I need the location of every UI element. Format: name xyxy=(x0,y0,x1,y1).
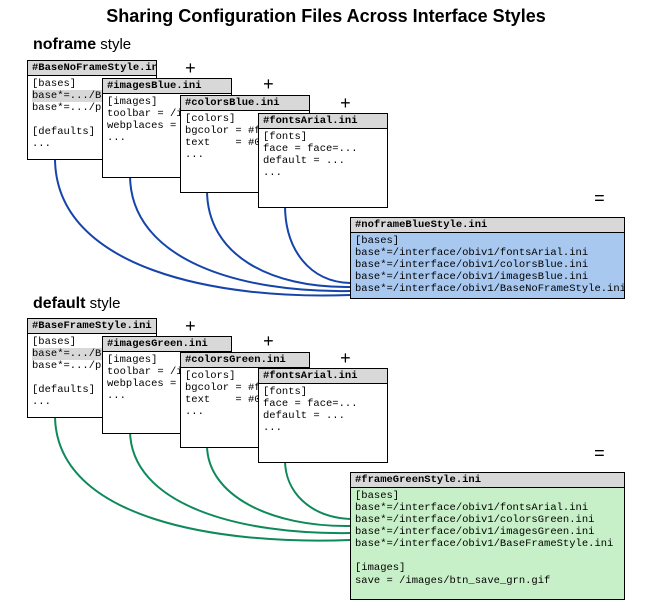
file-body: [fonts] face = face=... default = ... ..… xyxy=(259,384,387,437)
plus-op: + xyxy=(340,350,351,370)
file-header: #imagesBlue.ini xyxy=(103,79,231,94)
file-header: #colorsBlue.ini xyxy=(181,96,309,111)
file-body: [fonts] face = face=... default = ... ..… xyxy=(259,129,387,182)
plus-op: + xyxy=(263,76,274,96)
section-label-default: default style xyxy=(33,295,120,313)
file-result-default: #frameGreenStyle.ini [bases] base*=/inte… xyxy=(350,472,625,600)
plus-op: + xyxy=(185,60,196,80)
diagram-title: Sharing Configuration Files Across Inter… xyxy=(0,6,652,27)
file-header: #frameGreenStyle.ini xyxy=(351,473,624,488)
plus-op: + xyxy=(185,318,196,338)
file-header: #BaseNoFrameStyle.ini xyxy=(28,61,156,76)
file-body: [bases] base*=/interface/obiv1/fontsAria… xyxy=(351,233,624,298)
plus-op: + xyxy=(340,95,351,115)
file-header: #colorsGreen.ini xyxy=(181,353,309,368)
section-label-noframe: noframe style xyxy=(33,36,131,54)
file-header: #fontsArial.ini xyxy=(259,369,387,384)
file-body: [bases] base*=/interface/obiv1/fontsAria… xyxy=(351,488,624,590)
diagram-canvas: Sharing Configuration Files Across Inter… xyxy=(0,0,652,614)
plus-op: + xyxy=(263,333,274,353)
file-header: #imagesGreen.ini xyxy=(103,337,231,352)
file-header: #noframeBlueStyle.ini xyxy=(351,218,624,233)
file-fonts-arial-2: #fontsArial.ini [fonts] face = face=... … xyxy=(258,368,388,463)
equals-op: = xyxy=(594,445,605,465)
file-fonts-arial-1: #fontsArial.ini [fonts] face = face=... … xyxy=(258,113,388,208)
equals-op: = xyxy=(594,190,605,210)
file-result-noframe: #noframeBlueStyle.ini [bases] base*=/int… xyxy=(350,217,625,299)
file-header: #BaseFrameStyle.ini xyxy=(28,319,156,334)
file-header: #fontsArial.ini xyxy=(259,114,387,129)
